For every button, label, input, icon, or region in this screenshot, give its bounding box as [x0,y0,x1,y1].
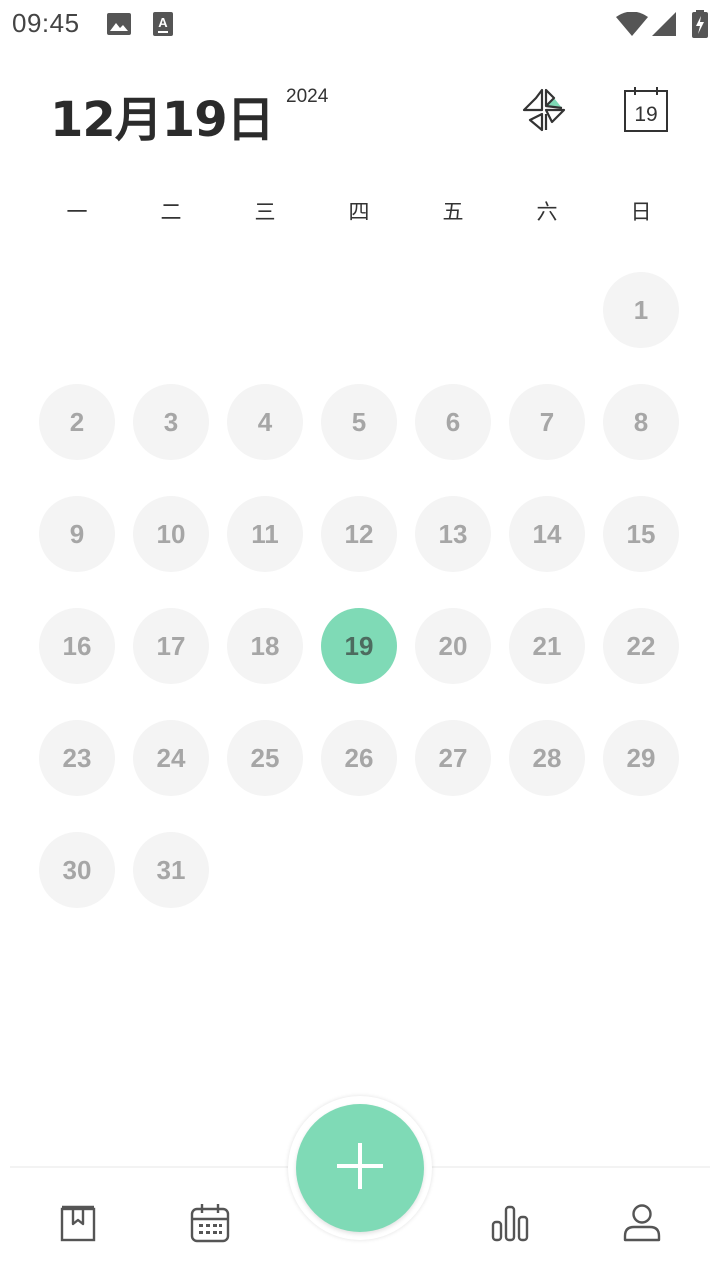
signal-icon [652,12,676,40]
weekday-label: 二 [160,200,182,224]
today-button[interactable]: 19 [622,86,670,138]
calendar-day[interactable]: 25 [227,720,303,796]
battery-charging-icon [692,10,708,42]
weekday-label: 六 [536,200,558,224]
keyboard-a-icon: A [153,12,173,40]
status-time: 09:45 [12,8,80,38]
profile-icon [622,1203,662,1247]
calendar-day[interactable]: 1 [603,272,679,348]
image-icon [107,13,131,39]
calendar-day[interactable]: 18 [227,608,303,684]
calendar-day[interactable]: 26 [321,720,397,796]
calendar-day[interactable]: 30 [39,832,115,908]
calendar-day[interactable]: 4 [227,384,303,460]
nav-calendar[interactable] [185,1200,235,1250]
calendar-day[interactable]: 5 [321,384,397,460]
calendar-day[interactable]: 10 [133,496,209,572]
svg-text:A: A [158,15,168,30]
calendar-day[interactable]: 3 [133,384,209,460]
nav-profile[interactable] [617,1200,667,1250]
calendar-day[interactable]: 24 [133,720,209,796]
weekday-label: 五 [442,200,464,224]
calendar-day[interactable]: 11 [227,496,303,572]
calendar-day[interactable]: 21 [509,608,585,684]
calendar-day[interactable]: 27 [415,720,491,796]
pinwheel-icon [520,88,568,138]
calendar-day[interactable]: 22 [603,608,679,684]
add-icon [335,1141,385,1195]
weekday-label: 日 [630,200,652,224]
calendar-day[interactable]: 29 [603,720,679,796]
calendar-day[interactable]: 15 [603,496,679,572]
calendar-day[interactable]: 12 [321,496,397,572]
calendar-day[interactable]: 17 [133,608,209,684]
calendar-icon [190,1203,230,1247]
calendar-day[interactable]: 7 [509,384,585,460]
nav-bookmarks[interactable] [53,1200,103,1250]
weekday-label: 一 [66,200,88,224]
status-bar: 09:45 A [0,0,720,50]
weekday-header: 一二三四五六日 [30,196,688,230]
header-year: 2024 [286,86,329,107]
calendar-day[interactable]: 31 [133,832,209,908]
pinwheel-button[interactable] [520,86,568,138]
calendar-day[interactable]: 6 [415,384,491,460]
nav-statistics[interactable] [485,1200,535,1250]
calendar-day-selected[interactable]: 19 [321,608,397,684]
bookmark-book-icon [60,1204,96,1246]
calendar-day[interactable]: 16 [39,608,115,684]
bar-chart-icon [490,1204,530,1246]
header-date: 12月19日 [50,92,275,148]
add-button[interactable] [296,1104,424,1232]
calendar-day[interactable]: 13 [415,496,491,572]
today-icon-day: 19 [634,103,657,126]
calendar-day[interactable]: 23 [39,720,115,796]
weekday-label: 三 [254,200,276,224]
calendar-day[interactable]: 28 [509,720,585,796]
calendar-grid: 1 2 3 4 5 6 7 8 9 10 11 12 13 14 15 16 17 18 19 20 21 22 23 24 2… [0,0,720,1280]
calendar-day[interactable]: 20 [415,608,491,684]
calendar-day[interactable]: 2 [39,384,115,460]
calendar-day[interactable]: 9 [39,496,115,572]
calendar-day[interactable]: 14 [509,496,585,572]
wifi-icon [616,11,648,40]
calendar-today-icon: 19 [622,87,670,138]
weekday-label: 四 [348,200,370,224]
calendar-day[interactable]: 8 [603,384,679,460]
